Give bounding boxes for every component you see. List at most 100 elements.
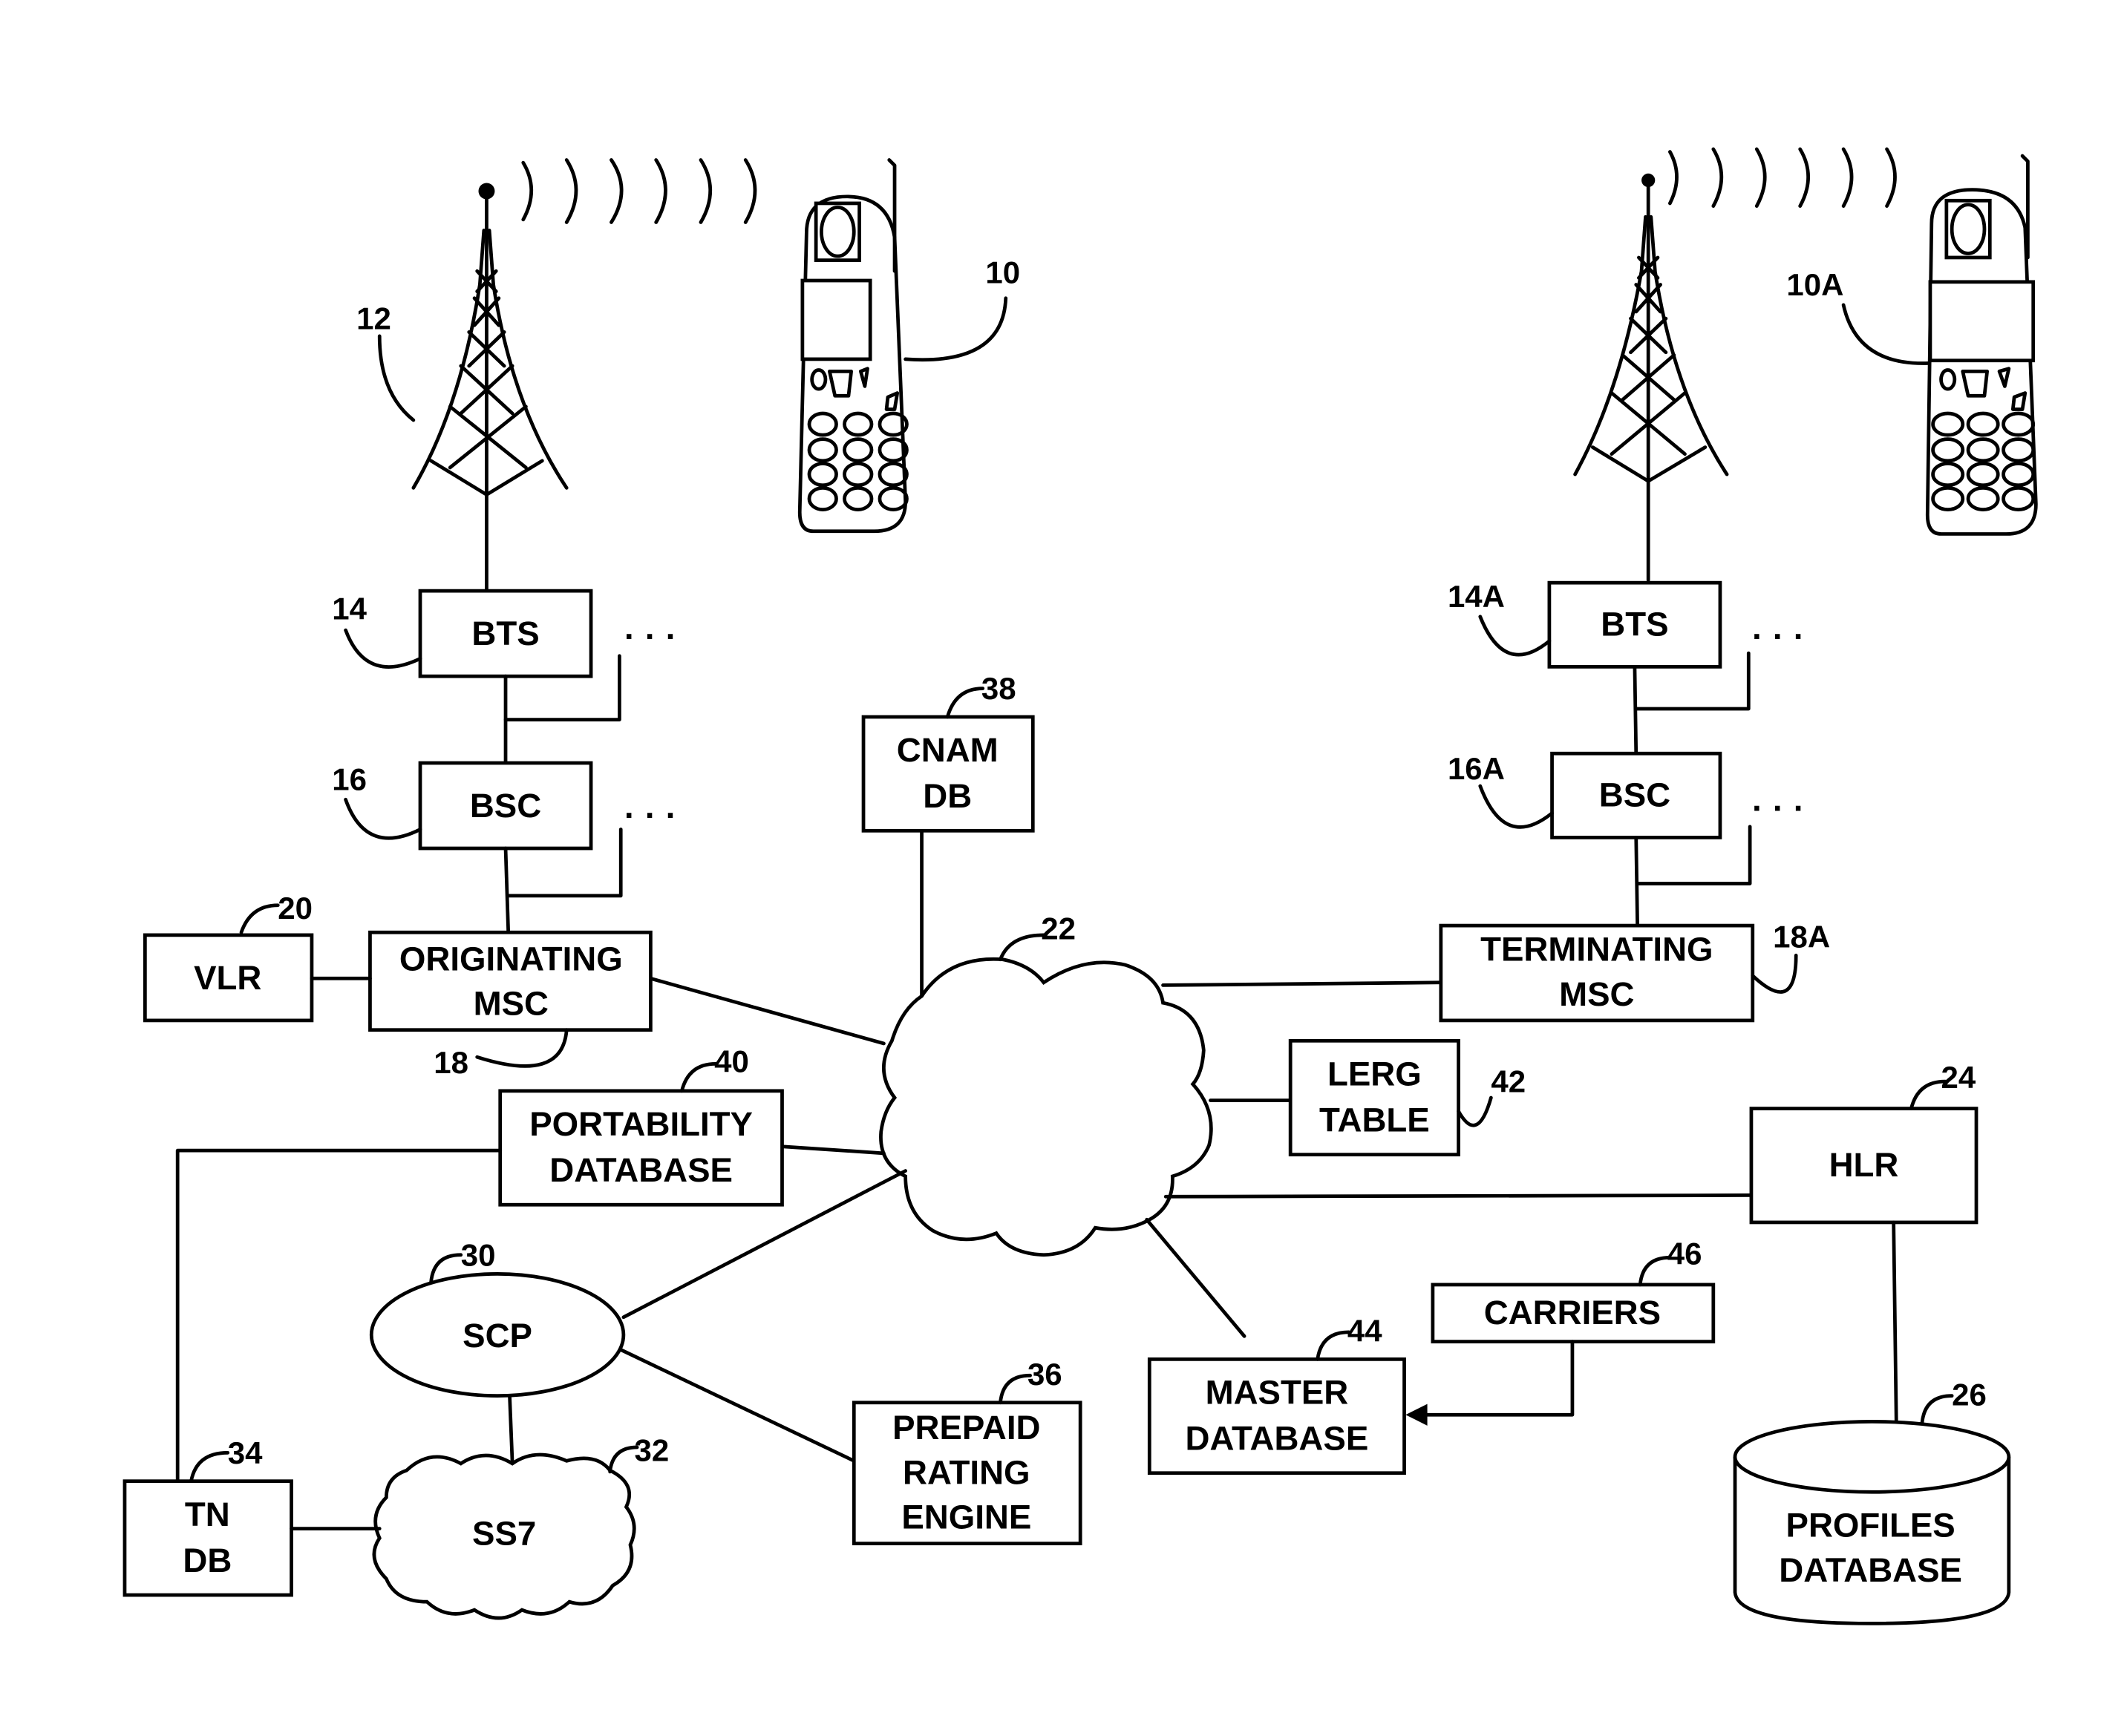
ref-24: 24 (1941, 1060, 1976, 1095)
ref-20: 20 (278, 891, 313, 926)
profiles-label-1: PROFILES (1786, 1507, 1955, 1545)
tndb-label-2: DB (183, 1542, 232, 1579)
ref-leader-22 (999, 933, 1046, 962)
ref-leader-10a (1841, 303, 1931, 365)
mobile-phone-icon (797, 158, 909, 534)
ref-32: 32 (634, 1432, 669, 1467)
ref-leader-14 (344, 628, 422, 669)
ref-leader-38 (945, 687, 985, 719)
ref-16a: 16A (1448, 751, 1505, 786)
ref-leader-36 (999, 1373, 1032, 1405)
ref-38: 38 (981, 671, 1016, 706)
bsc-box[interactable]: BSC (418, 761, 593, 851)
portability-database-box[interactable]: PORTABILITY DATABASE (498, 1089, 784, 1207)
lerg-label-2: TABLE (1319, 1101, 1430, 1139)
ref-42: 42 (1491, 1064, 1526, 1099)
ref-14a: 14A (1448, 579, 1505, 614)
ref-leader-44 (1316, 1330, 1351, 1361)
ref-leader-34 (189, 1450, 230, 1484)
ref-leader-14a (1478, 615, 1552, 657)
ref-18a: 18A (1773, 919, 1830, 954)
cnam-label-2: DB (923, 777, 972, 815)
network-diagram: 12 10 BTS 14 · · · BSC 16 · · · ORIGINAT… (122, 147, 2038, 1625)
radio-waves-icon (521, 158, 757, 224)
cnam-db-box[interactable]: CNAM DB (861, 715, 1035, 833)
ref-46: 46 (1667, 1237, 1702, 1271)
ss7-label: SS7 (472, 1514, 536, 1552)
bsc-right-label: BSC (1599, 776, 1670, 813)
prepaid-label-3: ENGINE (901, 1498, 1031, 1536)
arrow-head-icon (1405, 1403, 1428, 1426)
ref-leader-18 (475, 1028, 569, 1068)
ref-leader-16a (1478, 784, 1554, 829)
ref-16: 16 (332, 762, 367, 797)
ref-14: 14 (332, 591, 367, 626)
cnam-label-1: CNAM (897, 731, 999, 769)
bts-right-ellipsis: · · · (1752, 618, 1805, 655)
lerg-label-1: LERG (1327, 1055, 1422, 1093)
prepaid-label-1: PREPAID (892, 1409, 1040, 1447)
ref-leader-16 (344, 797, 422, 840)
ref-leader-12 (377, 334, 416, 422)
bsc-right-ellipsis: · · · (1752, 790, 1805, 828)
cell-tower-icon-right (1573, 173, 1729, 582)
ref-leader-32 (608, 1445, 639, 1474)
carriers-box[interactable]: CARRIERS (1431, 1283, 1716, 1343)
ref-22: 22 (1041, 911, 1076, 946)
scp-node[interactable]: SCP (369, 1271, 626, 1398)
scp-label: SCP (463, 1317, 532, 1355)
terminating-msc-label-1: TERMINATING (1480, 931, 1713, 969)
ref-44: 44 (1347, 1314, 1382, 1349)
network-cloud: 22 (879, 911, 1213, 1257)
bsc-ellipsis: · · · (624, 796, 677, 834)
ref-10: 10 (985, 255, 1020, 290)
bts-ellipsis: · · · (624, 618, 677, 655)
hlr-box[interactable]: HLR (1749, 1107, 1979, 1225)
lerg-table-box[interactable]: LERG TABLE (1288, 1038, 1460, 1157)
ref-leader-42 (1457, 1095, 1493, 1127)
ref-36: 36 (1027, 1357, 1062, 1392)
cell-tower-icon (411, 183, 569, 592)
ref-40: 40 (714, 1044, 749, 1078)
ref-leader-24 (1909, 1079, 1947, 1110)
ref-34: 34 (228, 1435, 263, 1470)
portability-label-1: PORTABILITY (529, 1105, 753, 1143)
tn-db-box[interactable]: TN DB (122, 1479, 293, 1597)
ref-12: 12 (356, 301, 391, 336)
master-label-2: DATABASE (1186, 1420, 1369, 1458)
ref-leader-10 (904, 296, 1008, 362)
ref-leader-40 (680, 1061, 718, 1093)
carriers-label: CARRIERS (1484, 1294, 1661, 1332)
bts-label: BTS (471, 615, 539, 652)
mobile-phone-icon-right (1925, 154, 2038, 536)
ref-18: 18 (434, 1045, 468, 1080)
vlr-label: VLR (194, 959, 261, 997)
bts-box-right[interactable]: BTS (1547, 580, 1722, 669)
originating-msc-label-1: ORIGINATING (399, 940, 623, 977)
bsc-box-right[interactable]: BSC (1550, 751, 1722, 839)
ref-leader-26 (1920, 1394, 1954, 1425)
ref-leader-46 (1638, 1256, 1672, 1287)
ref-leader-18a (1751, 953, 1798, 994)
radio-waves-icon-right (1668, 147, 1897, 208)
master-database-box[interactable]: MASTER DATABASE (1147, 1357, 1406, 1475)
ss7-cloud[interactable]: SS7 (372, 1452, 636, 1620)
prepaid-rating-engine-box[interactable]: PREPAID RATING ENGINE (852, 1401, 1082, 1546)
portability-label-2: DATABASE (549, 1151, 733, 1189)
tndb-label-1: TN (185, 1496, 230, 1533)
vlr-box[interactable]: VLR (143, 933, 314, 1023)
prepaid-label-2: RATING (903, 1453, 1030, 1491)
terminating-msc-box[interactable]: TERMINATING MSC (1439, 923, 1755, 1023)
bsc-label: BSC (470, 787, 541, 825)
master-label-1: MASTER (1206, 1374, 1349, 1412)
originating-msc-label-2: MSC (474, 985, 549, 1023)
originating-msc-box[interactable]: ORIGINATING MSC (368, 930, 653, 1032)
bts-right-label: BTS (1601, 605, 1668, 643)
ref-30: 30 (461, 1237, 496, 1272)
profiles-label-2: DATABASE (1779, 1551, 1962, 1589)
profiles-database-cylinder[interactable]: PROFILES DATABASE (1733, 1419, 2011, 1625)
ref-10a: 10A (1786, 267, 1843, 302)
bts-box[interactable]: BTS (418, 589, 593, 678)
terminating-msc-label-2: MSC (1559, 975, 1634, 1013)
hlr-label: HLR (1829, 1146, 1899, 1184)
